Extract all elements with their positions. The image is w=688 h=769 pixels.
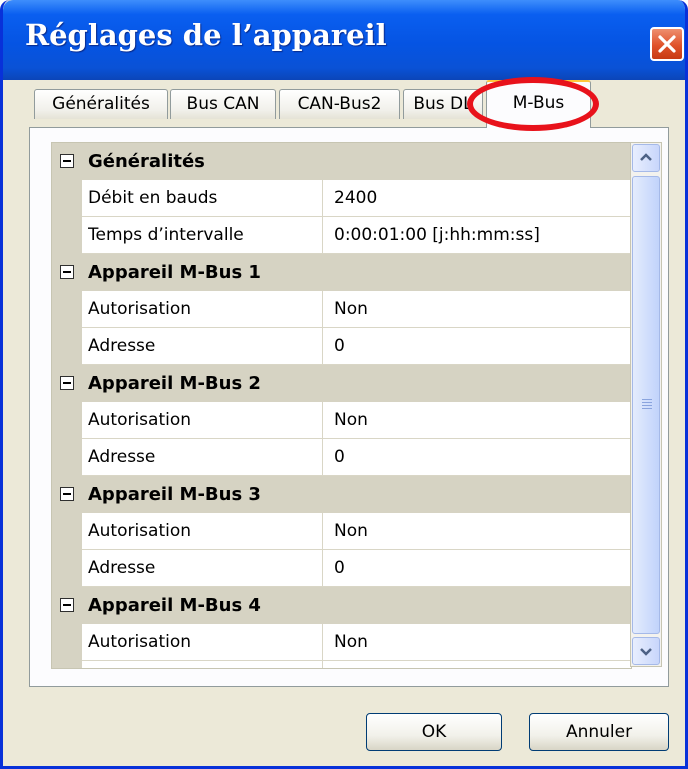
category-label: Appareil M-Bus 3 <box>88 484 261 505</box>
property-value[interactable]: 0 <box>334 550 345 587</box>
property-value[interactable]: Non <box>334 513 368 550</box>
grip-line <box>642 405 652 406</box>
property-value[interactable]: 2400 <box>334 180 377 217</box>
grip-line <box>642 408 652 409</box>
category-generalites: Généralités <box>52 143 631 180</box>
category-m-bus-1: Appareil M-Bus 1 <box>52 254 631 291</box>
property-grid: Généralités Débit en bauds 2400 Temps d’… <box>51 142 632 669</box>
scrollbar-thumb[interactable] <box>632 176 660 634</box>
column-divider <box>322 439 323 476</box>
property-name: Autorisation <box>88 521 192 541</box>
property-name: Débit en bauds <box>88 188 218 208</box>
collapse-icon[interactable] <box>60 265 74 279</box>
settings-dialog: Réglages de l’appareil Généralités Bus C… <box>0 0 688 769</box>
category-label: Appareil M-Bus 2 <box>88 373 261 394</box>
tab-generalites[interactable]: Généralités <box>34 89 168 119</box>
scroll-up-button[interactable] <box>632 144 660 172</box>
column-divider <box>322 624 323 661</box>
column-divider <box>322 180 323 217</box>
property-row-interval[interactable]: Temps d’intervalle 0:00:01:00 [j:hh:mm:s… <box>82 217 631 254</box>
close-icon <box>658 35 676 53</box>
property-name: Temps d’intervalle <box>88 225 244 245</box>
tab-bus-can[interactable]: Bus CAN <box>170 89 276 119</box>
close-button[interactable] <box>650 27 684 61</box>
column-divider <box>322 513 323 550</box>
category-label: Généralités <box>88 151 205 172</box>
category-label: Appareil M-Bus 4 <box>88 595 261 616</box>
collapse-icon[interactable] <box>60 598 74 612</box>
chevron-down-icon <box>640 648 652 656</box>
property-name: Autorisation <box>88 410 192 430</box>
highlight-circle <box>467 77 599 131</box>
column-divider <box>322 402 323 439</box>
property-name: Adresse <box>88 447 156 467</box>
chevron-up-icon <box>640 153 652 161</box>
property-row-address[interactable]: Adresse 0 <box>82 439 631 476</box>
column-divider <box>322 550 323 587</box>
column-divider <box>322 217 323 254</box>
property-row-authorization[interactable]: Autorisation Non <box>82 402 631 439</box>
category-label: Appareil M-Bus 1 <box>88 262 261 283</box>
column-divider <box>322 661 323 668</box>
property-value[interactable]: 0:00:01:00 [j:hh:mm:ss] <box>334 217 540 254</box>
ok-button[interactable]: OK <box>366 713 502 751</box>
property-name: Autorisation <box>88 299 192 319</box>
property-value[interactable]: 0 <box>334 328 345 365</box>
property-row-partial[interactable] <box>82 661 631 668</box>
property-name: Adresse <box>88 336 156 356</box>
property-row-authorization[interactable]: Autorisation Non <box>82 291 631 328</box>
property-row-address[interactable]: Adresse 0 <box>82 550 631 587</box>
scroll-down-button[interactable] <box>632 637 660 665</box>
property-row-address[interactable]: Adresse 0 <box>82 328 631 365</box>
category-m-bus-2: Appareil M-Bus 2 <box>52 365 631 402</box>
collapse-icon[interactable] <box>60 376 74 390</box>
vertical-scrollbar[interactable] <box>630 142 662 667</box>
column-divider <box>322 291 323 328</box>
property-name: Adresse <box>88 558 156 578</box>
property-value[interactable]: 0 <box>334 439 345 476</box>
property-value[interactable]: Non <box>334 624 368 661</box>
grip-line <box>642 399 652 400</box>
property-row-authorization[interactable]: Autorisation Non <box>82 624 631 661</box>
property-name: Autorisation <box>88 632 192 652</box>
property-value[interactable]: Non <box>334 402 368 439</box>
category-m-bus-4: Appareil M-Bus 4 <box>52 587 631 624</box>
title-bar[interactable]: Réglages de l’appareil <box>3 0 685 80</box>
cancel-button[interactable]: Annuler <box>529 713 669 751</box>
category-m-bus-3: Appareil M-Bus 3 <box>52 476 631 513</box>
collapse-icon[interactable] <box>60 487 74 501</box>
property-row-baud-rate[interactable]: Débit en bauds 2400 <box>82 180 631 217</box>
window-title: Réglages de l’appareil <box>25 18 387 52</box>
grip-line <box>642 402 652 403</box>
property-row-authorization[interactable]: Autorisation Non <box>82 513 631 550</box>
property-value[interactable]: Non <box>334 291 368 328</box>
column-divider <box>322 328 323 365</box>
tab-can-bus2[interactable]: CAN-Bus2 <box>279 89 400 119</box>
collapse-icon[interactable] <box>60 154 74 168</box>
